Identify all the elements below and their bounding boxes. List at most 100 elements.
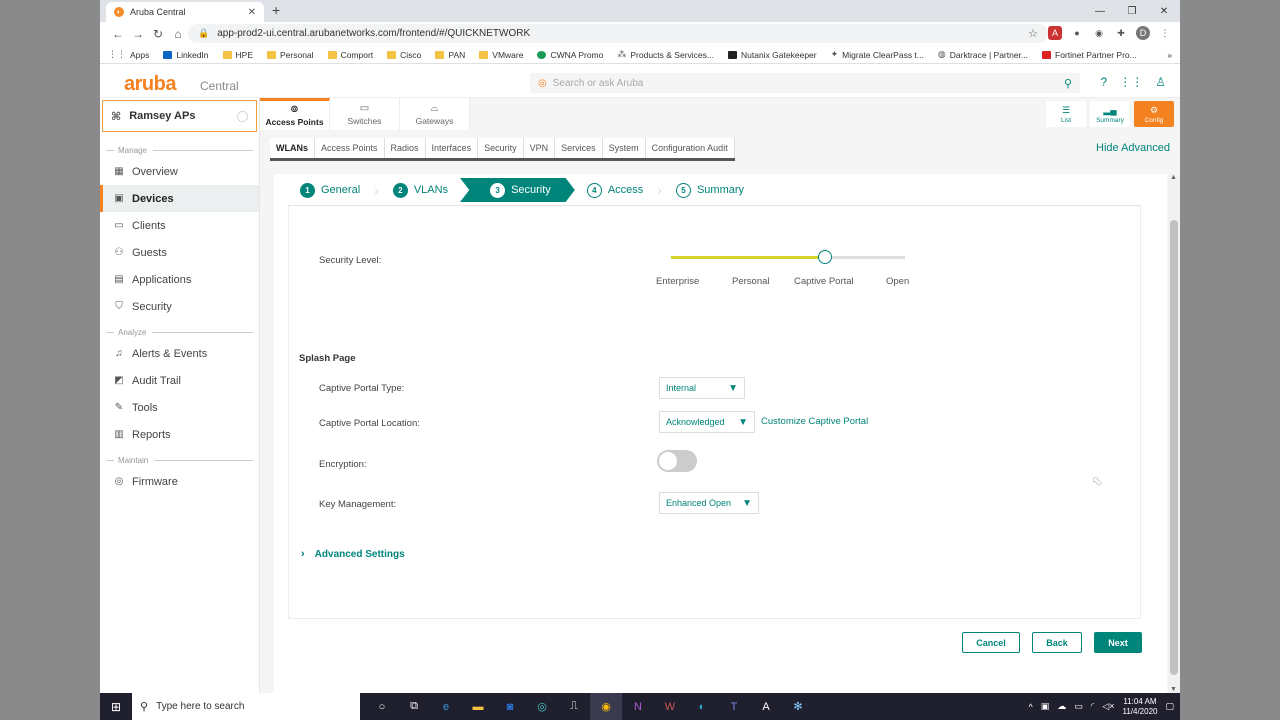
tab-access-points[interactable]: ⊚ Access Points [260, 98, 330, 130]
tab-gateways[interactable]: ⌓ Gateways [400, 98, 470, 130]
bookmark-nutanix[interactable]: Nutanix Gatekeeper [728, 50, 817, 60]
subtab-radios[interactable]: Radios [384, 138, 426, 158]
extension-circle-icon[interactable]: ● [1070, 26, 1084, 40]
subtab-security[interactable]: Security [478, 138, 524, 158]
back-button[interactable]: Back [1032, 632, 1082, 653]
step-security[interactable]: 3 Security [460, 178, 575, 202]
acrobat-icon[interactable]: A [750, 693, 782, 720]
next-button[interactable]: Next [1094, 632, 1142, 653]
cancel-button[interactable]: Cancel [962, 632, 1020, 653]
bookmark-star-icon[interactable]: ☆ [1028, 27, 1038, 40]
home-icon[interactable]: ⌂ [168, 27, 188, 41]
bookmarks-overflow-icon[interactable]: » [1167, 50, 1172, 60]
sidebar-item-tools[interactable]: ✎ Tools [100, 394, 259, 421]
network-app-icon[interactable]: ⎍ [558, 693, 590, 720]
scroll-down-icon[interactable]: ▼ [1170, 686, 1177, 693]
tray-clock[interactable]: 11:04 AM 11/4/2020 [1122, 697, 1157, 717]
cortana-icon[interactable]: ○ [366, 693, 398, 720]
outlook-icon[interactable]: ◙ [494, 693, 526, 720]
step-access[interactable]: 4 Access [575, 178, 655, 202]
sidebar-item-alerts[interactable]: ♫ Alerts & Events [100, 340, 259, 367]
help-icon[interactable]: ? [1101, 75, 1108, 89]
summary-view-button[interactable]: ▂▄ Summary [1090, 101, 1130, 127]
tray-monitor-icon[interactable]: ▣ [1041, 701, 1050, 712]
list-view-button[interactable]: ☰ List [1046, 101, 1086, 127]
forward-arrow-icon[interactable]: → [128, 27, 148, 41]
subtab-vpn[interactable]: VPN [523, 138, 556, 158]
close-tab-icon[interactable]: ✕ [248, 7, 256, 18]
level-personal[interactable]: Personal [732, 276, 770, 287]
file-explorer-icon[interactable]: ▬ [462, 693, 494, 720]
key-management-select[interactable]: Enhanced Open ▼ [659, 492, 759, 514]
bookmark-comport[interactable]: Comport [327, 50, 373, 60]
search-icon[interactable]: ⚲ [1064, 77, 1072, 90]
windows-start-icon[interactable]: ⊞ [100, 693, 132, 720]
subtab-services[interactable]: Services [555, 138, 603, 158]
back-arrow-icon[interactable]: ← [108, 27, 128, 41]
sidebar-item-guests[interactable]: ⚇ Guests [100, 239, 259, 266]
subtab-interfaces[interactable]: Interfaces [425, 138, 479, 158]
chrome-icon[interactable]: ◉ [590, 693, 622, 720]
step-summary[interactable]: 5 Summary [664, 178, 756, 202]
level-enterprise[interactable]: Enterprise [656, 276, 699, 287]
edge-icon[interactable]: ◐ [686, 693, 718, 720]
sidebar-item-clients[interactable]: ▭ Clients [100, 212, 259, 239]
onenote-icon[interactable]: N [622, 693, 654, 720]
config-view-button[interactable]: ⚙ Config [1134, 101, 1174, 127]
page-scrollbar[interactable]: ▲ ▼ [1168, 174, 1180, 693]
pdf-extension-icon[interactable]: A [1048, 26, 1062, 40]
aruba-logo[interactable]: aruba [124, 73, 176, 96]
search-input[interactable]: ◎ Search or ask Aruba ⚲ [530, 73, 1080, 93]
customize-captive-portal-link[interactable]: Customize Captive Portal [761, 416, 868, 427]
tray-chevron-up-icon[interactable]: ^ [1029, 702, 1033, 712]
encryption-toggle[interactable] [657, 450, 697, 472]
bookmark-apps[interactable]: ⋮⋮ Apps [108, 49, 149, 60]
teams-icon[interactable]: T [718, 693, 750, 720]
sidebar-item-overview[interactable]: ▦ Overview [100, 158, 259, 185]
bookmark-cwna[interactable]: CWNA Promo [537, 50, 603, 60]
tray-cloud-icon[interactable]: ☁ [1057, 701, 1066, 712]
subtab-system[interactable]: System [602, 138, 646, 158]
bookmark-personal[interactable]: Personal [267, 50, 314, 60]
subtab-configuration-audit[interactable]: Configuration Audit [645, 138, 735, 158]
sidebar-item-firmware[interactable]: ◎ Firmware [100, 468, 259, 495]
notifications-icon[interactable]: ▢ [1165, 701, 1174, 712]
bookmark-vmware[interactable]: VMware [479, 50, 523, 60]
bookmark-fortinet[interactable]: Fortinet Partner Pro... [1042, 50, 1137, 60]
maximize-icon[interactable]: ❐ [1116, 0, 1148, 22]
level-captive-portal[interactable]: Captive Portal [794, 276, 854, 287]
profile-avatar[interactable]: D [1136, 26, 1150, 40]
scroll-thumb[interactable] [1170, 220, 1178, 675]
group-selector[interactable]: ⌘ Ramsey APs [102, 100, 257, 132]
sidebar-item-security[interactable]: ⛉ Security [100, 293, 259, 320]
tray-battery-icon[interactable]: ▭ [1074, 701, 1083, 712]
close-window-icon[interactable]: ✕ [1148, 0, 1180, 22]
bookmark-hpe[interactable]: HPE [222, 50, 253, 60]
bookmark-darktrace[interactable]: ◍ Darktrace | Partner... [938, 49, 1028, 60]
taskbar-search-input[interactable]: ⚲ Type here to search [132, 693, 360, 720]
captive-portal-location-select[interactable]: Acknowledged ▼ [659, 411, 755, 433]
edge-legacy-icon[interactable]: e [430, 693, 462, 720]
address-bar[interactable]: 🔒 app-prod2-ui.central.arubanetworks.com… [188, 24, 1048, 43]
bookmark-cisco[interactable]: Cisco [387, 50, 421, 60]
kebab-menu-icon[interactable]: ⋮ [1158, 26, 1172, 40]
tray-volume-icon[interactable]: ◁× [1102, 701, 1114, 712]
bookmark-pan[interactable]: PAN [435, 50, 465, 60]
scroll-up-icon[interactable]: ▲ [1170, 174, 1177, 181]
slider-knob[interactable] [818, 250, 832, 264]
captive-portal-type-select[interactable]: Internal ▼ [659, 377, 745, 399]
security-level-slider[interactable] [671, 250, 905, 264]
apps-grid-icon[interactable]: ⋮⋮ [1119, 75, 1143, 89]
snowflake-app-icon[interactable]: ✻ [782, 693, 814, 720]
subtab-access-points[interactable]: Access Points [315, 138, 385, 158]
bookmark-products[interactable]: ⁂ Products & Services... [617, 49, 714, 60]
user-icon[interactable]: ♙ [1155, 75, 1166, 89]
task-view-icon[interactable]: ⧉ [398, 693, 430, 720]
sidebar-item-audit-trail[interactable]: ◩ Audit Trail [100, 367, 259, 394]
step-general[interactable]: 1 General [288, 178, 372, 202]
sidebar-item-reports[interactable]: ▥ Reports [100, 421, 259, 448]
new-tab-icon[interactable]: + [272, 2, 280, 18]
tab-switches[interactable]: ▭ Switches [330, 98, 400, 130]
app-circle-icon[interactable]: ◎ [526, 693, 558, 720]
github-extension-icon[interactable]: ◉ [1092, 26, 1106, 40]
